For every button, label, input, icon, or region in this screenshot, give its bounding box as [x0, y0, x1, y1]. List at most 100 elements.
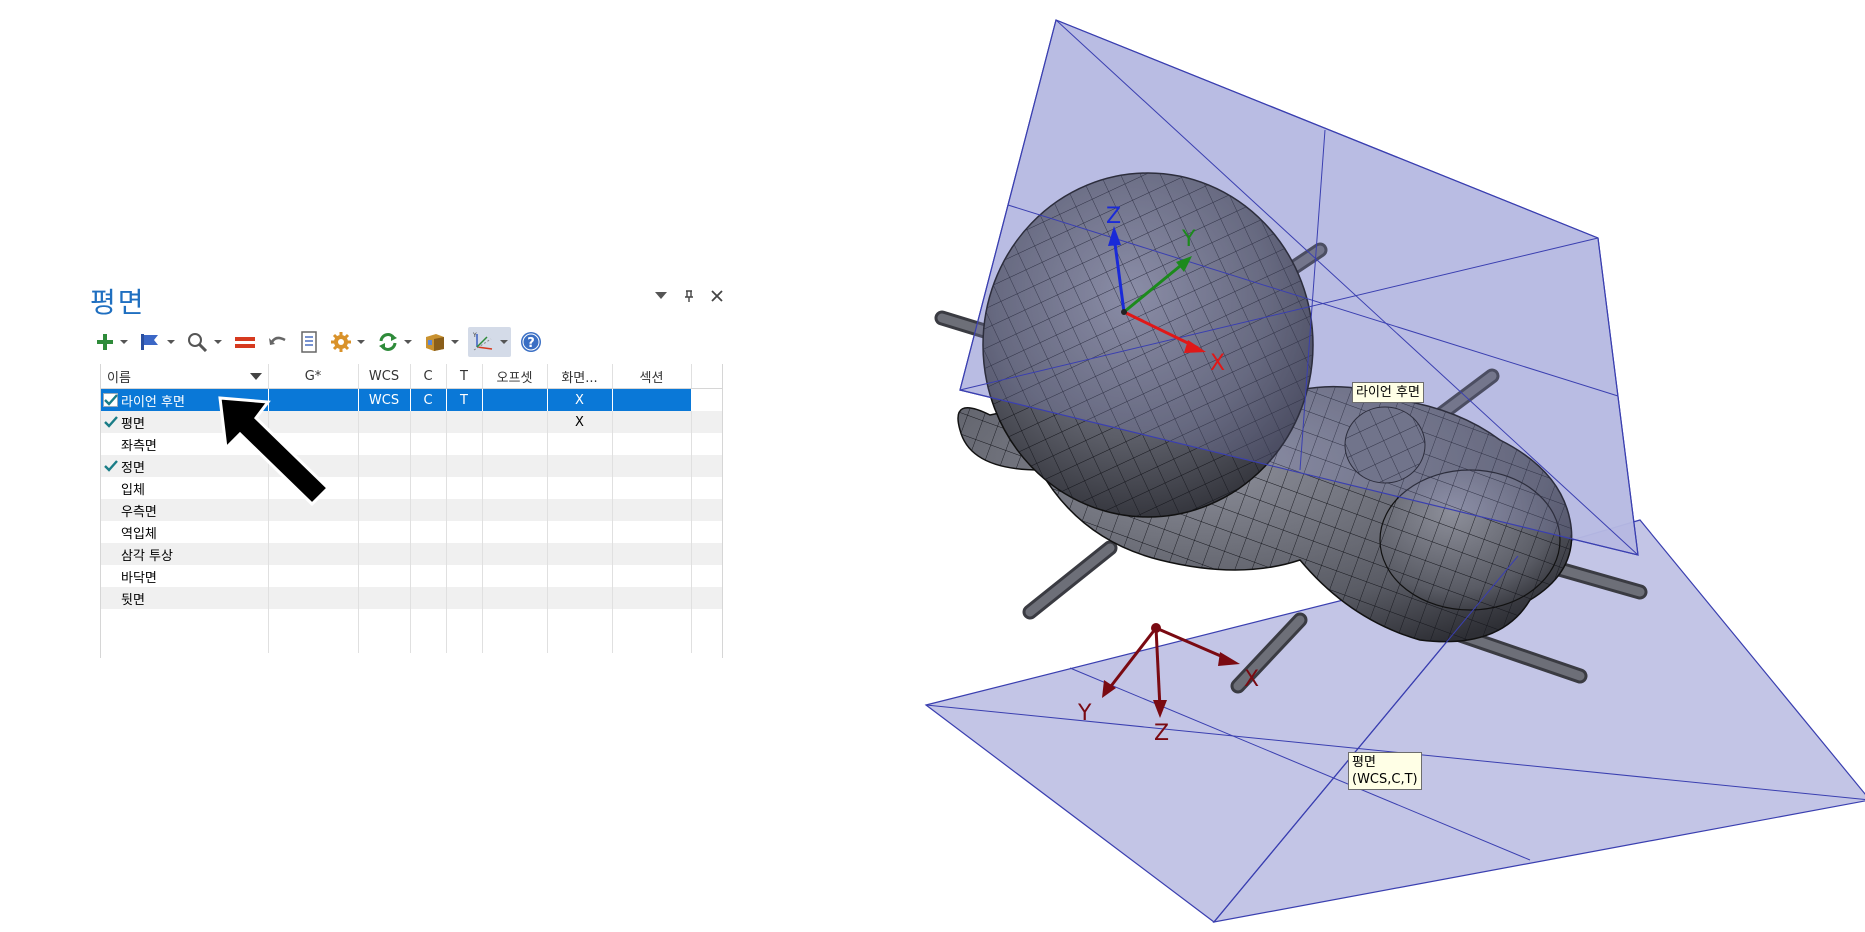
cell-wcs[interactable]	[358, 565, 411, 587]
cell-t[interactable]	[446, 477, 483, 499]
cell-t[interactable]	[446, 433, 483, 455]
cell-offset[interactable]	[482, 388, 548, 411]
plane-name-cell[interactable]: 좌측면	[101, 433, 269, 455]
cell-wcs[interactable]	[358, 433, 411, 455]
3d-viewport[interactable]: Z Y X X Y Z 라이언 후면 평면 (WCS,C,T)	[880, 0, 1865, 932]
plane-name-cell[interactable]: 바닥면	[101, 565, 269, 587]
plane-name-cell[interactable]: 뒷면	[101, 587, 269, 609]
checkmark-icon[interactable]	[103, 459, 119, 473]
column-header-section[interactable]: 섹션	[612, 364, 692, 389]
cell-g[interactable]	[268, 477, 359, 499]
cell-g[interactable]	[268, 521, 359, 543]
model-canvas[interactable]: Z Y X X Y Z	[880, 0, 1865, 932]
add-plane-button[interactable]	[92, 327, 131, 357]
cell-offset[interactable]	[482, 455, 548, 477]
cell-c[interactable]	[410, 411, 447, 433]
cell-offset[interactable]	[482, 587, 548, 609]
cell-offset[interactable]	[482, 433, 548, 455]
cell-section[interactable]	[612, 433, 692, 455]
plane-name-cell[interactable]: 역입체	[101, 521, 269, 543]
cell-section[interactable]	[612, 455, 692, 477]
cell-wcs[interactable]	[358, 521, 411, 543]
plane-row[interactable]: 평면 X	[101, 411, 722, 433]
cell-wcs[interactable]	[358, 543, 411, 565]
sort-dropdown-icon[interactable]	[249, 373, 262, 380]
cell-g[interactable]	[268, 433, 359, 455]
find-button[interactable]	[184, 327, 225, 357]
cell-section[interactable]	[612, 543, 692, 565]
settings-button[interactable]	[327, 327, 368, 357]
cell-screen[interactable]	[547, 433, 613, 455]
cell-offset[interactable]	[482, 499, 548, 521]
flag-button[interactable]	[137, 327, 178, 357]
cell-offset[interactable]	[482, 411, 548, 433]
cell-screen[interactable]	[547, 499, 613, 521]
cell-section[interactable]	[612, 565, 692, 587]
cell-c[interactable]	[410, 499, 447, 521]
cell-section[interactable]	[612, 411, 692, 433]
cell-g[interactable]	[268, 565, 359, 587]
dropdown-triangle-icon[interactable]	[654, 289, 668, 303]
cell-g[interactable]	[268, 411, 359, 433]
refresh-button[interactable]	[374, 327, 415, 357]
plane-row[interactable]: 우측면	[101, 499, 722, 521]
unchecked-box[interactable]	[103, 481, 119, 495]
cell-screen[interactable]: X	[547, 411, 613, 433]
unchecked-box[interactable]	[103, 437, 119, 451]
unchecked-box[interactable]	[103, 525, 119, 539]
cell-screen[interactable]	[547, 521, 613, 543]
unchecked-box[interactable]	[103, 591, 119, 605]
pin-icon[interactable]	[682, 289, 696, 303]
cell-t[interactable]	[446, 411, 483, 433]
column-header-g[interactable]: G*	[268, 364, 359, 389]
plane-name-cell[interactable]: 정면	[101, 455, 269, 477]
column-header-offset[interactable]: 오프셋	[482, 364, 548, 389]
column-header-t[interactable]: T	[446, 364, 483, 389]
cell-g[interactable]	[268, 499, 359, 521]
cell-wcs[interactable]	[358, 477, 411, 499]
plane-row[interactable]: 뒷면	[101, 587, 722, 609]
plane-name-cell[interactable]: 라이언 후면	[101, 388, 269, 411]
column-header-c[interactable]: C	[410, 364, 447, 389]
cell-c[interactable]	[410, 565, 447, 587]
cell-screen[interactable]	[547, 477, 613, 499]
cell-section[interactable]	[612, 388, 692, 411]
checkmark-icon[interactable]	[103, 393, 119, 407]
cell-screen[interactable]	[547, 565, 613, 587]
equal-button[interactable]	[231, 327, 259, 357]
plane-row[interactable]: 바닥면	[101, 565, 722, 587]
cell-screen[interactable]	[547, 543, 613, 565]
cell-section[interactable]	[612, 499, 692, 521]
plane-name-cell[interactable]: 삼각 투상	[101, 543, 269, 565]
column-header-name[interactable]: 이름	[101, 364, 269, 389]
plane-row[interactable]: 입체	[101, 477, 722, 499]
cell-screen[interactable]: X	[547, 388, 613, 411]
cell-section[interactable]	[612, 521, 692, 543]
plane-row[interactable]: 좌측면	[101, 433, 722, 455]
cell-g[interactable]	[268, 587, 359, 609]
cell-offset[interactable]	[482, 543, 548, 565]
cell-section[interactable]	[612, 587, 692, 609]
cell-wcs[interactable]	[358, 587, 411, 609]
plane-row[interactable]: 정면	[101, 455, 722, 477]
unchecked-box[interactable]	[103, 547, 119, 561]
plane-row[interactable]: 라이언 후면 WCS C T X	[101, 388, 722, 411]
cell-t[interactable]	[446, 543, 483, 565]
cell-wcs[interactable]	[358, 499, 411, 521]
cell-t[interactable]	[446, 499, 483, 521]
cell-g[interactable]	[268, 455, 359, 477]
unchecked-box[interactable]	[103, 569, 119, 583]
cell-offset[interactable]	[482, 477, 548, 499]
cell-t[interactable]	[446, 587, 483, 609]
cell-g[interactable]	[268, 543, 359, 565]
cell-offset[interactable]	[482, 565, 548, 587]
plane-row[interactable]: 삼각 투상	[101, 543, 722, 565]
cell-t[interactable]	[446, 521, 483, 543]
cell-t[interactable]	[446, 455, 483, 477]
properties-button[interactable]	[297, 327, 321, 357]
cell-g[interactable]	[268, 388, 359, 411]
cell-c[interactable]	[410, 477, 447, 499]
cell-wcs[interactable]: WCS	[358, 388, 411, 411]
checkmark-icon[interactable]	[103, 415, 119, 429]
cell-wcs[interactable]	[358, 411, 411, 433]
